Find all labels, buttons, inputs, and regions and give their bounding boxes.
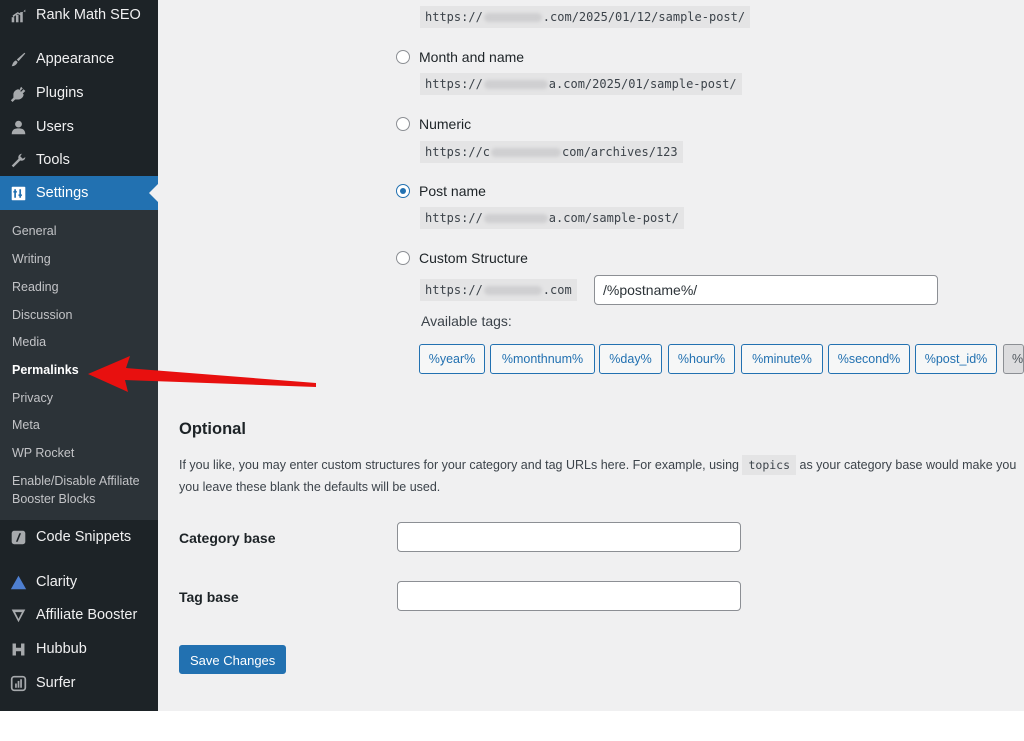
- submenu-item-media[interactable]: Media: [12, 333, 46, 351]
- sidebar-item-label: Settings: [36, 185, 89, 201]
- sidebar-item-users[interactable]: Users: [0, 110, 158, 144]
- redacted-domain: [483, 80, 548, 89]
- optional-description-line2: you leave these blank the defaults will …: [179, 480, 441, 494]
- optional-heading: Optional: [179, 420, 246, 438]
- radio-numeric[interactable]: [396, 117, 410, 131]
- submenu-item-wp-rocket[interactable]: WP Rocket: [12, 444, 74, 462]
- redacted-domain: [483, 13, 542, 22]
- hubbub-icon: [9, 640, 27, 658]
- post-name-example-url: https://a.com/sample-post/: [420, 207, 684, 229]
- submenu-item-general[interactable]: General: [12, 222, 56, 240]
- tag-button-partial[interactable]: %: [1003, 344, 1024, 374]
- category-base-label: Category base: [179, 530, 276, 546]
- redacted-domain: [483, 214, 548, 223]
- sidebar-item-tools[interactable]: Tools: [0, 143, 158, 177]
- sidebar-item-label: Tools: [36, 152, 70, 168]
- arrow-shape: [88, 356, 316, 392]
- sidebar-item-label: Affiliate Booster: [36, 607, 138, 623]
- label-numeric: Numeric: [419, 116, 472, 132]
- topics-code: topics: [742, 455, 797, 475]
- radio-month-and-name[interactable]: [396, 50, 410, 64]
- sidebar-item-affiliate-booster[interactable]: Affiliate Booster: [0, 598, 158, 632]
- wp-admin-screen: Rank Math SEO Appearance Plugins Users T…: [0, 0, 1024, 711]
- tag-base-label: Tag base: [179, 589, 239, 605]
- radio-post-name[interactable]: [396, 184, 410, 198]
- submenu-item-privacy[interactable]: Privacy: [12, 389, 53, 407]
- redacted-domain: [483, 286, 542, 295]
- sidebar-item-appearance[interactable]: Appearance: [0, 42, 158, 76]
- custom-structure-input[interactable]: [594, 275, 938, 305]
- tag-button-minute[interactable]: %minute%: [741, 344, 823, 374]
- sidebar-item-rank-math-seo[interactable]: Rank Math SEO: [0, 0, 158, 32]
- label-custom-structure: Custom Structure: [419, 250, 528, 266]
- affiliate-booster-icon: [9, 606, 27, 624]
- tag-button-second[interactable]: %second%: [828, 344, 910, 374]
- sidebar-item-label: Surfer: [36, 675, 76, 691]
- settings-icon: [9, 184, 27, 202]
- clarity-icon: [9, 573, 27, 591]
- submenu-item-permalinks[interactable]: Permalinks: [12, 361, 79, 379]
- sidebar-item-code-snippets[interactable]: Code Snippets: [0, 520, 158, 554]
- sidebar-item-label: Code Snippets: [36, 529, 132, 545]
- numeric-example-url: https://c com/archives/123: [420, 141, 683, 163]
- optional-description-line1: If you like, you may enter custom struct…: [179, 455, 1016, 475]
- sidebar-item-plugins[interactable]: Plugins: [0, 76, 158, 110]
- redacted-domain: [491, 148, 562, 157]
- annotation-arrow: [88, 356, 316, 392]
- sidebar-item-label: Hubbub: [36, 641, 87, 657]
- submenu-item-discussion[interactable]: Discussion: [12, 306, 72, 324]
- sidebar-item-surfer[interactable]: Surfer: [0, 666, 158, 700]
- label-post-name: Post name: [419, 183, 486, 199]
- submenu-item-meta[interactable]: Meta: [12, 416, 40, 434]
- sidebar-item-label: Plugins: [36, 85, 84, 101]
- sidebar-item-hubbub[interactable]: Hubbub: [0, 632, 158, 666]
- plugin-icon: [9, 84, 27, 102]
- sidebar-item-label: Appearance: [36, 51, 115, 67]
- sidebar-item-clarity[interactable]: Clarity: [0, 565, 158, 599]
- tag-button-monthnum[interactable]: %monthnum%: [490, 344, 595, 374]
- sidebar-item-label: Clarity: [36, 574, 78, 590]
- submenu-item-affiliate-line1[interactable]: Enable/Disable Affiliate: [12, 472, 140, 490]
- code-snippets-icon: [9, 528, 27, 546]
- tag-button-year[interactable]: %year%: [419, 344, 485, 374]
- paintbrush-icon: [9, 50, 27, 68]
- tag-button-hour[interactable]: %hour%: [668, 344, 735, 374]
- custom-structure-base-url: https://.com: [420, 279, 577, 301]
- month-and-name-example-url: https://a.com/2025/01/sample-post/: [420, 73, 742, 95]
- label-month-and-name: Month and name: [419, 49, 525, 65]
- rank-math-icon: [9, 6, 27, 24]
- surfer-icon: [9, 674, 27, 692]
- save-changes-button[interactable]: Save Changes: [179, 645, 287, 674]
- sidebar-item-settings[interactable]: Settings: [0, 176, 158, 210]
- sidebar-item-label: Users: [36, 119, 74, 135]
- radio-custom-structure[interactable]: [396, 251, 410, 265]
- tag-button-post-id[interactable]: %post_id%: [915, 344, 997, 374]
- tag-button-day[interactable]: %day%: [599, 344, 662, 374]
- submenu-item-writing[interactable]: Writing: [12, 250, 51, 268]
- tag-base-input[interactable]: [397, 581, 741, 611]
- users-icon: [9, 118, 27, 136]
- available-tags-label: Available tags:: [421, 313, 512, 329]
- category-base-input[interactable]: [397, 522, 741, 552]
- day-and-name-example-url: https://.com/2025/01/12/sample-post/: [420, 6, 751, 28]
- sidebar-item-label: Rank Math SEO: [36, 7, 141, 23]
- submenu-item-affiliate-line2[interactable]: Booster Blocks: [12, 490, 95, 508]
- wrench-icon: [9, 151, 27, 169]
- submenu-item-reading[interactable]: Reading: [12, 278, 59, 296]
